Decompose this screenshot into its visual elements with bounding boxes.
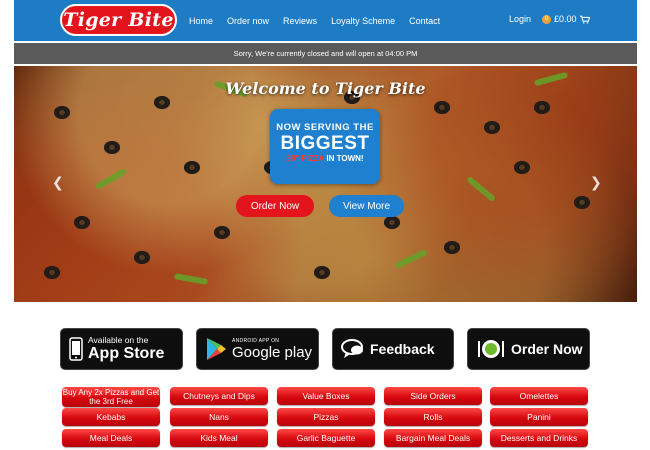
badge-line-1: NOW SERVING THE	[276, 122, 374, 133]
nav-contact[interactable]: Contact	[409, 16, 440, 26]
plate-icon	[476, 338, 506, 360]
category-value-boxes[interactable]: Value Boxes	[277, 387, 375, 405]
google-play-button[interactable]: ANDROID APP ON Google play	[196, 328, 319, 370]
nav-home[interactable]: Home	[189, 16, 213, 26]
order-now-button[interactable]: Order Now	[236, 195, 314, 217]
app-store-big: App Store	[88, 345, 165, 362]
order-now-app-button[interactable]: Order Now	[467, 328, 590, 370]
cart-button[interactable]: 0 £0.00	[542, 14, 590, 24]
category-omelettes[interactable]: Omelettes	[490, 387, 588, 405]
category-nans[interactable]: Nans	[170, 408, 268, 426]
login-link[interactable]: Login	[509, 14, 531, 24]
google-play-big: Google play	[232, 343, 313, 361]
nav-loyalty-scheme[interactable]: Loyalty Scheme	[331, 16, 395, 26]
feedback-label: Feedback	[370, 341, 435, 357]
category-panini[interactable]: Panini	[490, 408, 588, 426]
category-side-orders[interactable]: Side Orders	[384, 387, 482, 405]
cart-total: £0.00	[554, 14, 577, 24]
app-store-small: Available on the	[88, 335, 149, 345]
category-kids-meal[interactable]: Kids Meal	[170, 429, 268, 447]
cart-count-badge: 0	[542, 14, 551, 24]
nav-links: Home Order now Reviews Loyalty Scheme Co…	[189, 0, 454, 41]
category-garlic-baguette[interactable]: Garlic Baguette	[277, 429, 375, 447]
chevron-left-icon[interactable]: ❮	[52, 174, 64, 191]
nav-order-now[interactable]: Order now	[227, 16, 269, 26]
category-kebabs[interactable]: Kebabs	[62, 408, 160, 426]
app-store-button[interactable]: Available on the App Store	[60, 328, 183, 370]
view-more-button[interactable]: View More	[329, 195, 404, 217]
category-rolls[interactable]: Rolls	[384, 408, 482, 426]
tiger-bite-logo[interactable]: Tiger Bite	[60, 4, 177, 36]
category-chutneys-and-dips[interactable]: Chutneys and Dips	[170, 387, 268, 405]
feedback-button[interactable]: Feedback	[332, 328, 454, 370]
hero-title: Welcome to Tiger Bite	[225, 79, 426, 98]
play-icon	[205, 337, 227, 361]
closed-notice: Sorry, We're currently closed and will o…	[14, 43, 637, 64]
chat-icon	[341, 339, 365, 359]
hero-banner: Welcome to Tiger Bite NOW SERVING THE BI…	[14, 66, 637, 302]
promo-badge: NOW SERVING THE BIGGEST 30" PIZZA IN TOW…	[270, 109, 380, 184]
order-now-app-label: Order Now	[511, 341, 583, 357]
badge-line-2: BIGGEST	[280, 133, 370, 154]
top-navbar: Tiger Bite Home Order now Reviews Loyalt…	[14, 0, 637, 41]
category-bargain-meal-deals[interactable]: Bargain Meal Deals	[384, 429, 482, 447]
phone-icon	[69, 337, 83, 361]
category-desserts-and-drinks[interactable]: Desserts and Drinks	[490, 429, 588, 447]
category-buy-any-2x-pizzas[interactable]: Buy Any 2x Pizzas and Get the 3rd Free	[62, 387, 160, 407]
nav-reviews[interactable]: Reviews	[283, 16, 317, 26]
badge-line-3: 30" PIZZA IN TOWN!	[286, 154, 364, 163]
cart-icon	[579, 15, 590, 24]
chevron-right-icon[interactable]: ❯	[590, 174, 602, 191]
category-pizzas[interactable]: Pizzas	[277, 408, 375, 426]
category-meal-deals[interactable]: Meal Deals	[62, 429, 160, 447]
